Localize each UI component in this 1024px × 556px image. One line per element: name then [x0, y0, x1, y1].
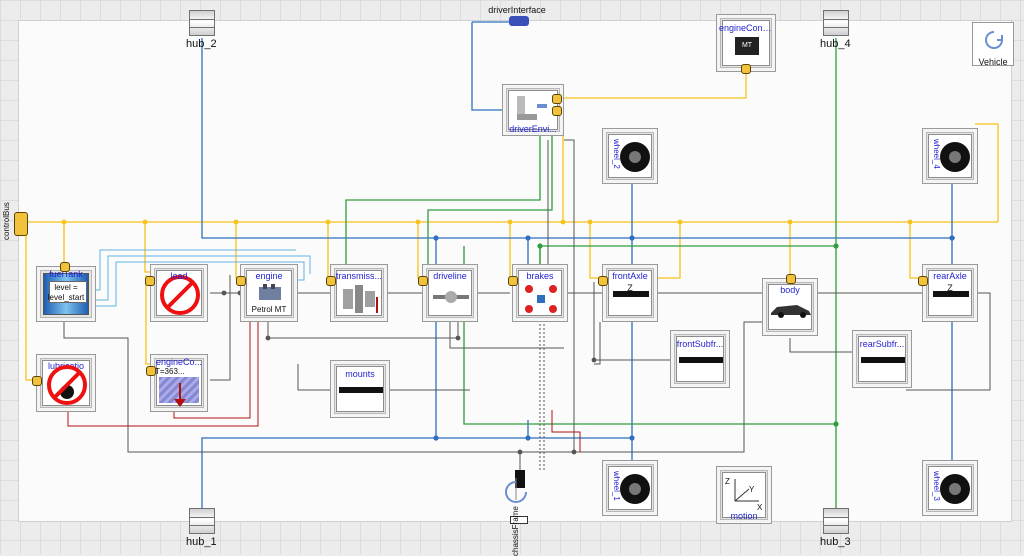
front-subframe-block[interactable]: frontSubfr...	[670, 330, 730, 388]
wheel-3-block[interactable]: wheel_3	[922, 460, 978, 516]
lead-label: lead	[170, 271, 188, 281]
car-icon	[771, 305, 811, 318]
wheel-1-block[interactable]: wheel_1	[602, 460, 658, 516]
wheel-4-label: wheel_4	[932, 139, 941, 169]
lead-port[interactable]	[145, 276, 155, 286]
gearbox-icon	[343, 285, 378, 313]
wheel-4-block[interactable]: wheel_4	[922, 128, 978, 184]
driver-env-port-1[interactable]	[552, 94, 562, 104]
engine-icon	[259, 284, 281, 300]
engine-block[interactable]: engine Petrol MT	[240, 264, 298, 322]
brake-discs-icon	[525, 285, 557, 313]
lubrication-port[interactable]	[32, 376, 42, 386]
heat-arrow-icon	[174, 383, 186, 407]
rear-axle-block[interactable]: rearAxle Z	[922, 264, 978, 322]
engine-cooling-label: engineCo...	[155, 357, 203, 367]
lubrication-block[interactable]: lubricatio	[36, 354, 96, 412]
wheel-2-label: wheel_2	[612, 139, 621, 169]
driver-seat-icon	[517, 96, 547, 120]
front-axle-block[interactable]: frontAxle Z	[602, 264, 658, 322]
front-axle-label: frontAxle	[612, 271, 648, 281]
hub-1-connector[interactable]	[189, 508, 215, 534]
vehicle-icon-box[interactable]: Vehicle	[972, 22, 1014, 67]
tire-icon	[620, 142, 650, 172]
control-bus-label: controlBus	[2, 202, 11, 240]
body-label: body	[780, 285, 800, 295]
shaft-icon	[433, 291, 469, 303]
hub-4-connector[interactable]	[823, 10, 849, 36]
fuel-tank-port[interactable]	[60, 262, 70, 272]
driveline-label: driveline	[433, 271, 467, 281]
transmission-port[interactable]	[326, 276, 336, 286]
engine-cooling-block[interactable]: engineCo... T=363...	[150, 354, 208, 412]
brakes-block[interactable]: brakes	[512, 264, 568, 322]
engine-port[interactable]	[236, 276, 246, 286]
fuel-tank-block[interactable]: fuelTank level = level_start	[36, 266, 96, 322]
engine-cooling-text: T=363...	[155, 367, 185, 376]
mounts-block[interactable]: mounts	[330, 360, 390, 418]
engine-controller-port[interactable]	[741, 64, 751, 74]
fuel-tank-text-1: level =	[54, 283, 78, 292]
front-subframe-label: frontSubfr...	[676, 339, 724, 349]
brakes-port[interactable]	[508, 276, 518, 286]
brakes-label: brakes	[526, 271, 554, 281]
motion-label: motion	[730, 511, 758, 521]
rear-axle-port[interactable]	[918, 276, 928, 286]
hub-3-label: hub_3	[820, 536, 851, 548]
chip-label: MT	[741, 42, 753, 49]
driver-interface-connector-icon[interactable]	[509, 16, 529, 26]
rear-subframe-block[interactable]: rearSubfr...	[852, 330, 912, 388]
wheel-3-label: wheel_3	[932, 471, 941, 501]
mount-bar-icon	[339, 387, 383, 393]
body-port[interactable]	[786, 274, 796, 284]
vehicle-label: Vehicle	[978, 57, 1008, 67]
driver-interface-label: driverInterface	[488, 5, 546, 15]
engine-cooling-port[interactable]	[146, 366, 156, 376]
control-bus-connector-icon[interactable]	[14, 212, 28, 236]
front-axle-port[interactable]	[598, 276, 608, 286]
engine-controller-label: engineController	[719, 23, 773, 33]
transmission-block[interactable]: transmiss...	[330, 264, 388, 322]
driver-environment-label: driverEnvi...	[509, 124, 557, 134]
oil-prohibited-icon	[47, 365, 87, 405]
driveline-port[interactable]	[418, 276, 428, 286]
hub-2-label: hub_2	[186, 38, 217, 50]
hub-4-label: hub_4	[820, 38, 851, 50]
hub-3-connector[interactable]	[823, 508, 849, 534]
motion-y-label: Y	[749, 485, 755, 494]
body-block[interactable]: body	[762, 278, 818, 336]
driveline-block[interactable]: driveline	[422, 264, 478, 322]
fuel-tank-text-2: level_start	[47, 293, 85, 302]
motion-block[interactable]: Z X Y motion	[716, 466, 772, 524]
chassis-frame-label: chassisFrame	[511, 506, 520, 556]
chip-icon: MT	[735, 37, 759, 55]
lead-block[interactable]: lead	[150, 264, 208, 322]
mounts-label: mounts	[345, 369, 375, 379]
axle-bar-icon	[933, 291, 969, 297]
engine-sub-label: Petrol MT	[251, 305, 287, 314]
driver-env-port-2[interactable]	[552, 106, 562, 116]
subframe-bar-icon	[679, 357, 723, 363]
transmission-label: transmiss...	[335, 271, 382, 281]
tire-icon	[620, 474, 650, 504]
motion-z-label: Z	[725, 477, 730, 486]
rear-axle-label: rearAxle	[933, 271, 967, 281]
wheel-1-label: wheel_1	[612, 471, 621, 501]
axle-bar-icon	[613, 291, 649, 297]
rear-subframe-label: rearSubfr...	[859, 339, 905, 349]
frame-rotation-icon	[505, 478, 527, 503]
vehicle-rotate-icon	[985, 31, 1003, 49]
subframe-bar-icon	[861, 357, 905, 363]
hub-2-connector[interactable]	[189, 10, 215, 36]
tire-icon	[940, 474, 970, 504]
hub-1-label: hub_1	[186, 536, 217, 548]
engine-label: engine	[255, 271, 283, 281]
wheel-2-block[interactable]: wheel_2	[602, 128, 658, 184]
tire-icon	[940, 142, 970, 172]
